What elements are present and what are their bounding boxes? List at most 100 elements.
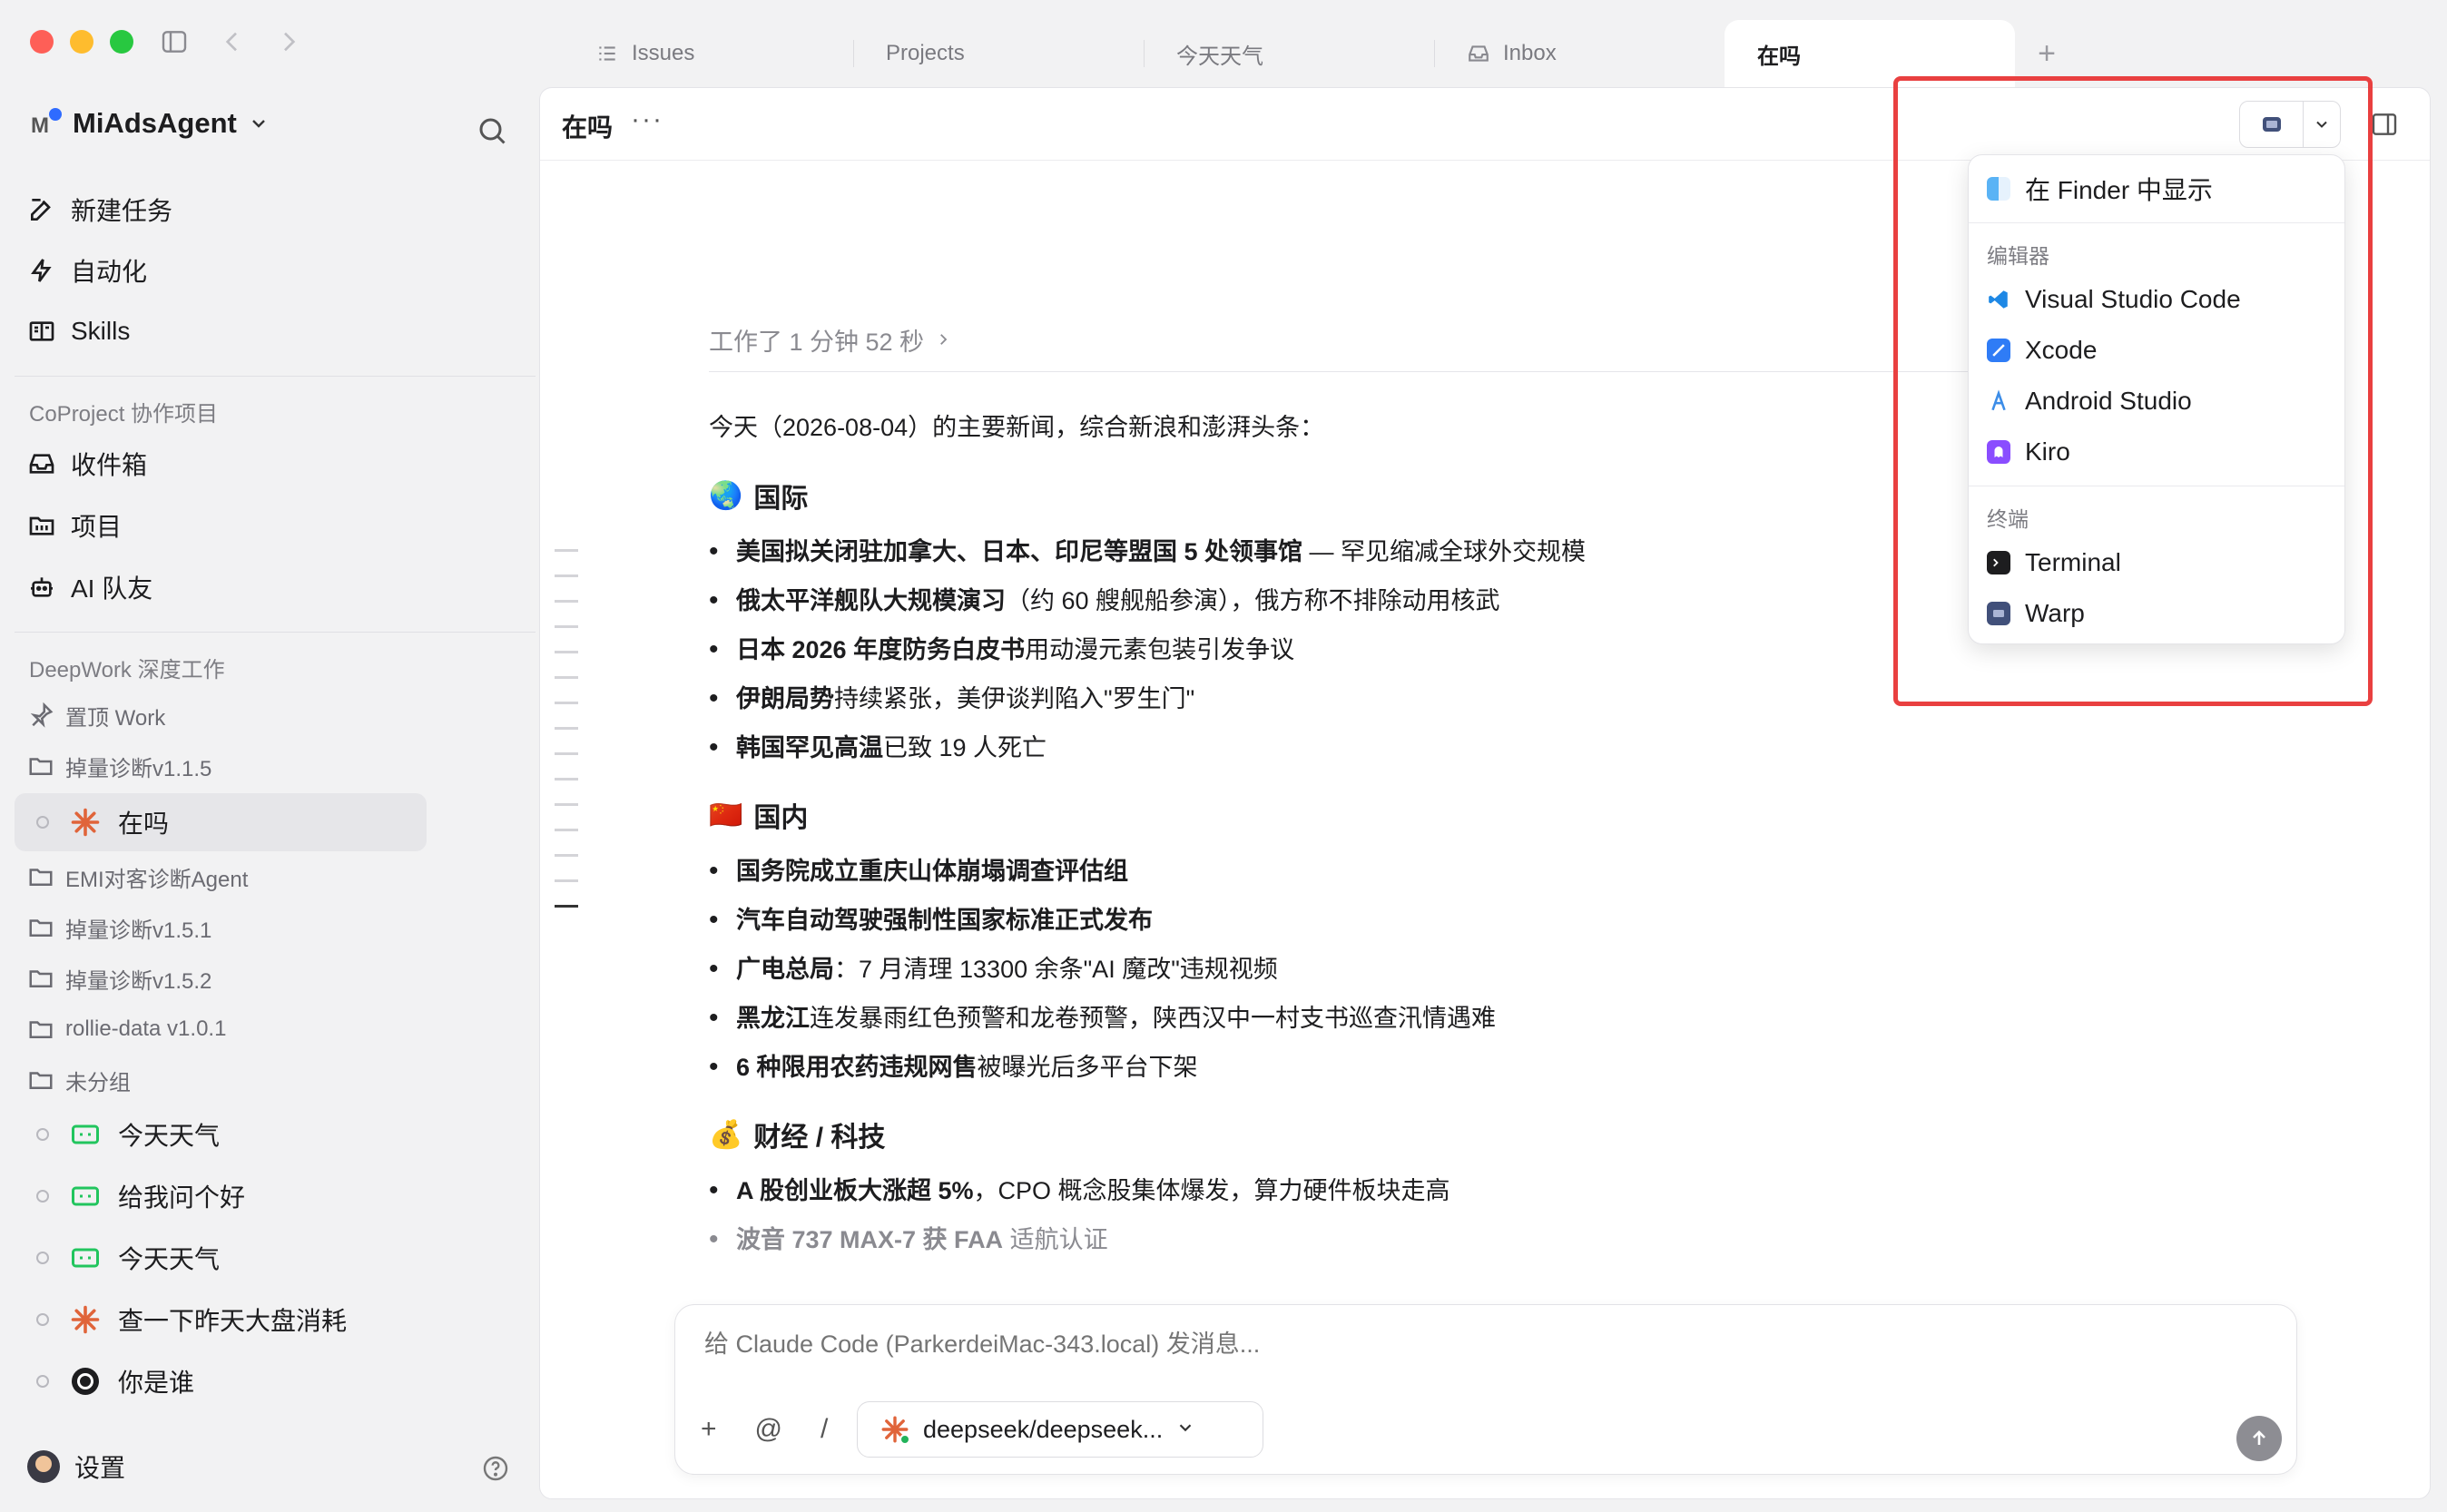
kiro-icon — [1987, 440, 2010, 464]
sidebar-divider — [15, 376, 536, 377]
menu-item-warp[interactable]: Warp — [1987, 591, 2085, 636]
message-composer: + @ / deepseek/deepseek... — [674, 1304, 2297, 1475]
menu-item-xcode[interactable]: Xcode — [1987, 328, 2097, 373]
status-dot — [36, 1190, 49, 1203]
tab-weather[interactable]: 今天天气 — [1144, 20, 1434, 87]
new-tab-button[interactable]: + — [2015, 20, 2078, 87]
group-folder[interactable]: 掉量诊断v1.1.5 — [27, 748, 211, 784]
nav-inbox[interactable]: 收件箱 — [27, 441, 147, 486]
book-icon — [27, 317, 56, 346]
zoom-window-button[interactable] — [110, 30, 133, 54]
claude-icon — [880, 1414, 910, 1445]
chat-item[interactable]: 今天天气 — [15, 1229, 427, 1287]
edit-icon — [27, 195, 56, 224]
chat-item[interactable]: 查一下昨天大盘消耗 — [15, 1291, 427, 1349]
inbox-icon — [1467, 42, 1490, 65]
news-list: A 股创业板大涨超 5%，CPO 概念股集体爆发，算力硬件板块走高 波音 737… — [709, 1171, 2252, 1269]
sidebar-toggle-icon[interactable] — [160, 27, 189, 56]
list-item: 波音 737 MAX-7 获 FAA 适航认证 — [709, 1220, 2252, 1269]
workspace-switcher[interactable]: M MiAdsAgent — [31, 107, 270, 140]
group-folder[interactable]: EMI对客诊断Agent — [27, 859, 248, 895]
tab-active-chat[interactable]: 在吗 — [1725, 20, 2015, 87]
sidebar-divider — [15, 632, 536, 633]
menu-item-kiro[interactable]: Kiro — [1987, 429, 2070, 475]
menu-item-android-studio[interactable]: Android Studio — [1987, 378, 2192, 424]
globe-icon: 🌏 — [709, 480, 743, 511]
robot-icon — [27, 573, 56, 602]
inbox-icon — [27, 449, 56, 478]
nav-ai-teammates[interactable]: AI 队友 — [27, 565, 152, 610]
open-in-app-button[interactable] — [2239, 101, 2341, 148]
forward-arrow-icon[interactable] — [274, 27, 303, 56]
page-title: 在吗 — [562, 113, 614, 142]
menu-item-terminal[interactable]: Terminal — [1987, 540, 2121, 585]
tab-label: 在吗 — [1757, 44, 1801, 69]
model-selector[interactable]: deepseek/deepseek... — [857, 1401, 1263, 1458]
back-arrow-icon[interactable] — [218, 27, 247, 56]
group-folder[interactable]: 掉量诊断v1.5.2 — [27, 960, 211, 997]
coproject-section-label: CoProject 协作项目 — [29, 402, 219, 427]
tab-label: 今天天气 — [1176, 44, 1263, 69]
chat-header: 在吗 ··· — [540, 88, 2430, 161]
message-input[interactable] — [704, 1330, 2066, 1359]
nav-skills[interactable]: Skills — [27, 309, 130, 354]
search-icon[interactable] — [476, 114, 508, 147]
menu-item-show-in-finder[interactable]: 在 Finder 中显示 — [1987, 166, 2213, 211]
folder-grid-icon — [27, 511, 56, 540]
chevron-right-icon — [935, 326, 951, 354]
minimize-window-button[interactable] — [70, 30, 93, 54]
arrow-up-icon — [2253, 1430, 2265, 1445]
status-dot — [36, 1128, 49, 1141]
nav-projects[interactable]: 项目 — [27, 503, 122, 548]
chat-item[interactable]: 你是谁 — [15, 1352, 427, 1410]
composer-tools: + @ / — [701, 1414, 828, 1445]
warp-icon[interactable] — [2240, 102, 2304, 147]
list-item: 伊朗局势持续紧张，美伊谈判陷入"罗生门" — [709, 679, 2252, 728]
tab-inbox[interactable]: Inbox — [1434, 20, 1725, 87]
tab-label: Issues — [632, 41, 695, 65]
send-button[interactable] — [2236, 1416, 2282, 1461]
status-dot — [36, 1313, 49, 1326]
mention-button[interactable]: @ — [755, 1414, 782, 1445]
nav-new-task[interactable]: 新建任务 — [27, 187, 172, 232]
attach-button[interactable]: + — [701, 1414, 717, 1445]
terminal-section-label: 终端 — [1987, 507, 2029, 531]
nav-automation[interactable]: 自动化 — [27, 248, 147, 293]
folder-icon — [27, 1066, 54, 1094]
group-folder[interactable]: 未分组 — [27, 1062, 131, 1098]
slash-command-button[interactable]: / — [821, 1414, 828, 1445]
work-duration-toggle[interactable]: 工作了 1 分钟 52 秒 — [709, 322, 951, 358]
online-status-dot — [899, 1434, 910, 1445]
close-window-button[interactable] — [30, 30, 54, 54]
settings-button[interactable]: 设置 — [27, 1448, 125, 1485]
group-folder[interactable]: 掉量诊断v1.5.1 — [27, 909, 211, 946]
help-icon[interactable] — [481, 1454, 510, 1483]
window-controls — [30, 30, 133, 54]
sidebar: M MiAdsAgent 新建任务 自动化 Skills CoProject 协… — [0, 87, 537, 1512]
finder-icon — [1987, 177, 2010, 201]
list-item: 广电总局：7 月清理 13300 余条"AI 魔改"违规视频 — [709, 949, 2252, 998]
folder-icon — [27, 1016, 54, 1043]
claude-icon — [69, 806, 102, 839]
tab-projects[interactable]: Projects — [853, 20, 1144, 87]
list-item: 汽车自动驾驶强制性国家标准正式发布 — [709, 900, 2252, 949]
chevron-down-icon[interactable] — [2304, 102, 2340, 147]
right-panel-toggle-icon[interactable] — [2370, 110, 2399, 139]
pinned-work[interactable]: 置顶 Work — [27, 697, 165, 733]
tab-issues[interactable]: Issues — [563, 20, 853, 87]
folder-icon — [27, 965, 54, 992]
list-item: A 股创业板大涨超 5%，CPO 概念股集体爆发，算力硬件板块走高 — [709, 1171, 2252, 1220]
more-options-button[interactable]: ··· — [631, 104, 663, 135]
chevron-down-icon — [248, 113, 270, 134]
chat-item-selected[interactable]: 在吗 — [15, 793, 427, 851]
open-in-dropdown-menu: 在 Finder 中显示 编辑器 Visual Studio Code Xcod… — [1968, 154, 2345, 644]
chat-item[interactable]: 给我问个好 — [15, 1167, 427, 1225]
group-folder[interactable]: rollie-data v1.0.1 — [27, 1011, 226, 1047]
chevron-down-icon — [1175, 1416, 1195, 1444]
chat-item[interactable]: 今天天气 — [15, 1105, 427, 1163]
deepwork-section-label: DeepWork 深度工作 — [29, 658, 225, 682]
news-list: 国务院成立重庆山体崩塌调查评估组 汽车自动驾驶强制性国家标准正式发布 广电总局：… — [709, 851, 2252, 1096]
editors-section-label: 编辑器 — [1987, 244, 2049, 268]
menu-item-vscode[interactable]: Visual Studio Code — [1987, 277, 2241, 322]
list-item: 黑龙江连发暴雨红色预警和龙卷预警，陕西汉中一村支书巡查汛情遇难 — [709, 998, 2252, 1047]
